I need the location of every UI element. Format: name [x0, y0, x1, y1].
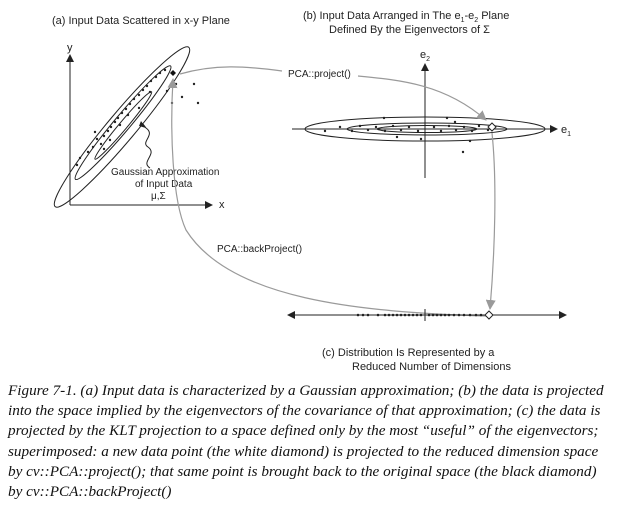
white-diamond-marker-c [484, 310, 494, 320]
panel-b-title-line1: (b) Input Data Arranged in The e1-e2 Pla… [303, 10, 509, 24]
panel-a: (a) Input Data Scattered in x-y Plane y … [52, 15, 230, 211]
panel-b-title-line2: Defined By the Eigenvectors of Σ [329, 24, 490, 36]
reduce-arrow [485, 132, 496, 310]
panel-b-e2-label: e2 [420, 49, 430, 63]
panel-a-title: (a) Input Data Scattered in x-y Plane [52, 15, 230, 27]
panel-a-x-label: x [219, 199, 225, 211]
project-arrow [179, 66, 283, 75]
panel-c: (c) Distribution Is Represented by a Red… [287, 309, 567, 373]
gaussian-label-line2: of Input Data [135, 179, 193, 190]
gaussian-label-line1: Gaussian Approximation [111, 167, 219, 178]
pca-diagram: (a) Input Data Scattered in x-y Plane y … [52, 10, 571, 373]
panel-b: (b) Input Data Arranged in The e1-e2 Pla… [292, 10, 571, 178]
backproject-arrow [167, 78, 487, 317]
figure-caption-text: (a) Input data is characterized by a Gau… [8, 382, 604, 501]
panel-a-y-label: y [67, 42, 73, 54]
figure-caption: Figure 7-1. (a) Input data is characteri… [8, 381, 612, 502]
panel-c-title-line2: Reduced Number of Dimensions [352, 361, 511, 373]
panel-b-e1-label: e1 [561, 124, 571, 138]
project-label: PCA::project() [288, 69, 351, 80]
backproject-label: PCA::backProject() [217, 244, 302, 255]
gaussian-ellipse-inner [94, 91, 153, 160]
panel-c-title-line1: (c) Distribution Is Represented by a [322, 347, 495, 359]
gaussian-label-mu-sigma: μ,Σ [151, 191, 166, 202]
gaussian-ellipse-middle [74, 65, 172, 181]
gaussian-pointer-squiggle [142, 123, 152, 169]
figure-label: Figure 7-1. [8, 382, 81, 399]
transition-arrows: PCA::project() PCA::backProject() [167, 66, 496, 317]
black-diamond-marker [170, 70, 176, 76]
white-diamond-marker-b [487, 122, 497, 132]
